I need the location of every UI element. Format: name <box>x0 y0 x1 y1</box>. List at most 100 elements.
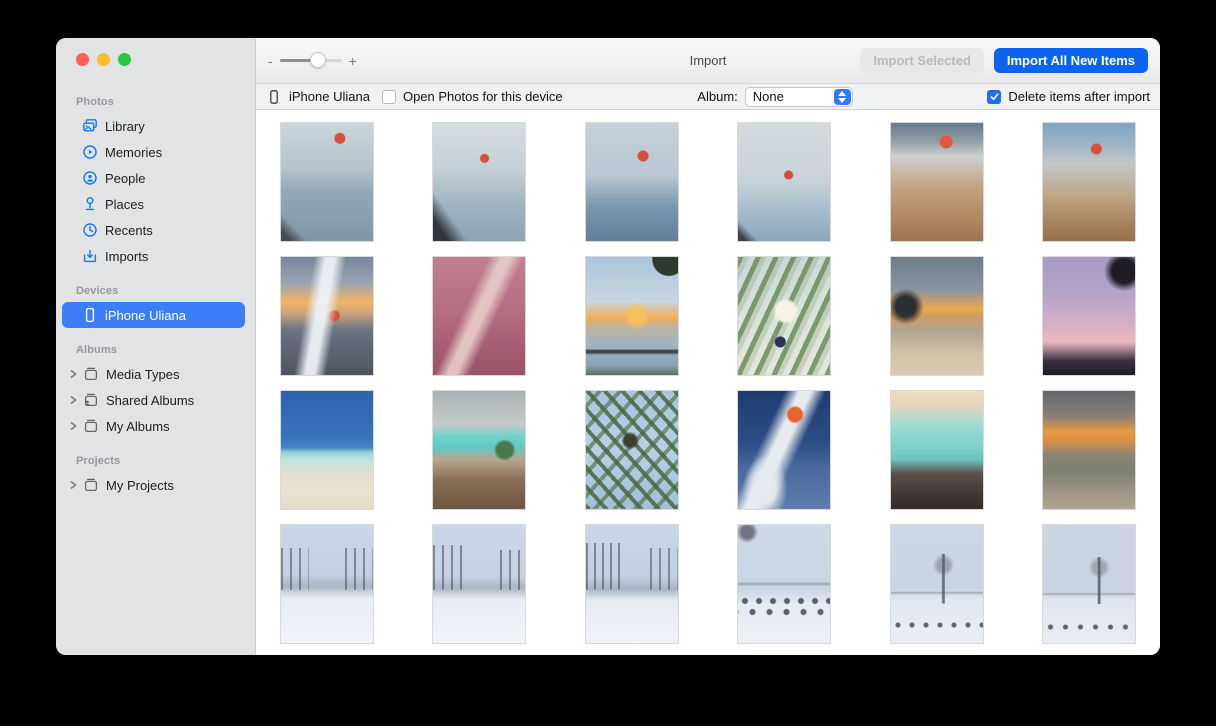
chevron-right-icon[interactable] <box>67 479 79 491</box>
sidebar-item-my-projects[interactable]: My Projects <box>62 472 245 498</box>
photo-thumbnail[interactable] <box>432 122 526 242</box>
sidebar-item-media-types[interactable]: Media Types <box>62 361 245 387</box>
photo-thumbnail[interactable] <box>585 122 679 242</box>
photo-thumbnail[interactable] <box>890 524 984 644</box>
zoom-slider-knob[interactable] <box>310 52 326 68</box>
photo-thumbnail[interactable] <box>585 524 679 644</box>
chevron-right-icon[interactable] <box>67 394 79 406</box>
minimize-window-button[interactable] <box>97 53 110 66</box>
recents-clock-icon <box>82 222 98 238</box>
sidebar-item-label: Places <box>105 197 144 212</box>
album-icon <box>83 477 99 493</box>
import-selected-button[interactable]: Import Selected <box>860 48 984 73</box>
window-controls <box>56 53 255 66</box>
sidebar-item-people[interactable]: People <box>62 165 245 191</box>
photo-thumbnail[interactable] <box>585 390 679 510</box>
sidebar-item-iphone-uliana[interactable]: iPhone Uliana <box>62 302 245 328</box>
photo-thumbnail[interactable] <box>280 390 374 510</box>
photo-thumbnail[interactable] <box>280 122 374 242</box>
photo-thumbnail[interactable] <box>280 256 374 376</box>
main-content: - + Import Import Selected Import All Ne… <box>256 38 1160 655</box>
open-photos-option[interactable]: Open Photos for this device <box>382 89 563 104</box>
photo-thumbnail[interactable] <box>585 256 679 376</box>
photo-thumbnail[interactable] <box>1042 256 1136 376</box>
photo-library-icon <box>82 118 98 134</box>
section-title-devices: Devices <box>56 285 255 302</box>
photo-thumbnail[interactable] <box>737 256 831 376</box>
photo-thumbnail[interactable] <box>737 390 831 510</box>
sidebar-item-imports[interactable]: Imports <box>62 243 245 269</box>
album-icon <box>83 418 99 434</box>
section-title-albums: Albums <box>56 344 255 361</box>
album-icon <box>83 366 99 382</box>
checkmark-icon <box>989 91 1000 102</box>
delete-items-label: Delete items after import <box>1008 89 1150 104</box>
section-title-photos: Photos <box>56 96 255 113</box>
sidebar-item-label: iPhone Uliana <box>105 308 186 323</box>
memories-icon <box>82 144 98 160</box>
photos-app-window: Photos Library Memories <box>56 38 1160 655</box>
sidebar-section-albums: Albums Media Types Shared Albums <box>56 344 255 439</box>
photo-thumbnail[interactable] <box>432 256 526 376</box>
chevron-right-icon[interactable] <box>67 368 79 380</box>
photo-thumbnail[interactable] <box>890 122 984 242</box>
sidebar-item-places[interactable]: Places <box>62 191 245 217</box>
device-bar: iPhone Uliana Open Photos for this devic… <box>256 84 1160 110</box>
close-window-button[interactable] <box>76 53 89 66</box>
photo-thumbnail[interactable] <box>1042 122 1136 242</box>
sidebar-item-label: Memories <box>105 145 162 160</box>
sidebar-item-label: My Albums <box>106 419 170 434</box>
sidebar-section-photos: Photos Library Memories <box>56 96 255 269</box>
people-icon <box>82 170 98 186</box>
album-select[interactable]: None <box>745 87 853 107</box>
chevron-right-icon[interactable] <box>67 420 79 432</box>
open-photos-checkbox[interactable] <box>382 90 396 104</box>
zoom-in-icon[interactable]: + <box>349 54 357 68</box>
sidebar: Photos Library Memories <box>56 38 256 655</box>
zoom-out-icon[interactable]: - <box>268 54 273 68</box>
thumbnail-zoom-slider: - + <box>268 54 357 68</box>
section-title-projects: Projects <box>56 455 255 472</box>
photo-thumbnail[interactable] <box>890 390 984 510</box>
sidebar-section-devices: Devices iPhone Uliana <box>56 285 255 328</box>
sidebar-item-label: Imports <box>105 249 148 264</box>
sidebar-item-label: Shared Albums <box>106 393 194 408</box>
album-label: Album: <box>697 89 737 104</box>
photo-thumbnail[interactable] <box>432 524 526 644</box>
delete-items-checkbox[interactable] <box>987 90 1001 104</box>
select-stepper-icon[interactable] <box>834 89 851 105</box>
sidebar-item-label: Library <box>105 119 145 134</box>
iphone-icon <box>266 89 282 105</box>
device-name: iPhone Uliana <box>289 89 370 104</box>
sidebar-item-label: Recents <box>105 223 153 238</box>
sidebar-item-label: My Projects <box>106 478 174 493</box>
sidebar-item-shared-albums[interactable]: Shared Albums <box>62 387 245 413</box>
toolbar-buttons: Import Selected Import All New Items <box>860 48 1148 73</box>
album-picker: Album: None <box>697 87 852 107</box>
sidebar-item-label: Media Types <box>106 367 179 382</box>
photo-thumbnail[interactable] <box>890 256 984 376</box>
sidebar-item-memories[interactable]: Memories <box>62 139 245 165</box>
sidebar-item-library[interactable]: Library <box>62 113 245 139</box>
device-info: iPhone Uliana <box>266 89 370 105</box>
shared-album-icon <box>83 392 99 408</box>
sidebar-item-label: People <box>105 171 145 186</box>
sidebar-item-my-albums[interactable]: My Albums <box>62 413 245 439</box>
delete-after-import-option[interactable]: Delete items after import <box>987 89 1150 104</box>
photo-thumbnail[interactable] <box>432 390 526 510</box>
open-photos-label: Open Photos for this device <box>403 89 563 104</box>
sidebar-item-recents[interactable]: Recents <box>62 217 245 243</box>
photo-thumbnail[interactable] <box>737 524 831 644</box>
photo-thumbnail[interactable] <box>1042 390 1136 510</box>
import-all-new-items-button[interactable]: Import All New Items <box>994 48 1148 73</box>
sidebar-section-projects: Projects My Projects <box>56 455 255 498</box>
photo-thumbnail[interactable] <box>280 524 374 644</box>
places-pin-icon <box>82 196 98 212</box>
album-select-value: None <box>746 89 834 104</box>
zoom-slider-track[interactable] <box>280 59 342 62</box>
iphone-icon <box>82 307 98 323</box>
zoom-window-button[interactable] <box>118 53 131 66</box>
photo-thumbnail[interactable] <box>737 122 831 242</box>
imports-tray-icon <box>82 248 98 264</box>
photo-thumbnail[interactable] <box>1042 524 1136 644</box>
